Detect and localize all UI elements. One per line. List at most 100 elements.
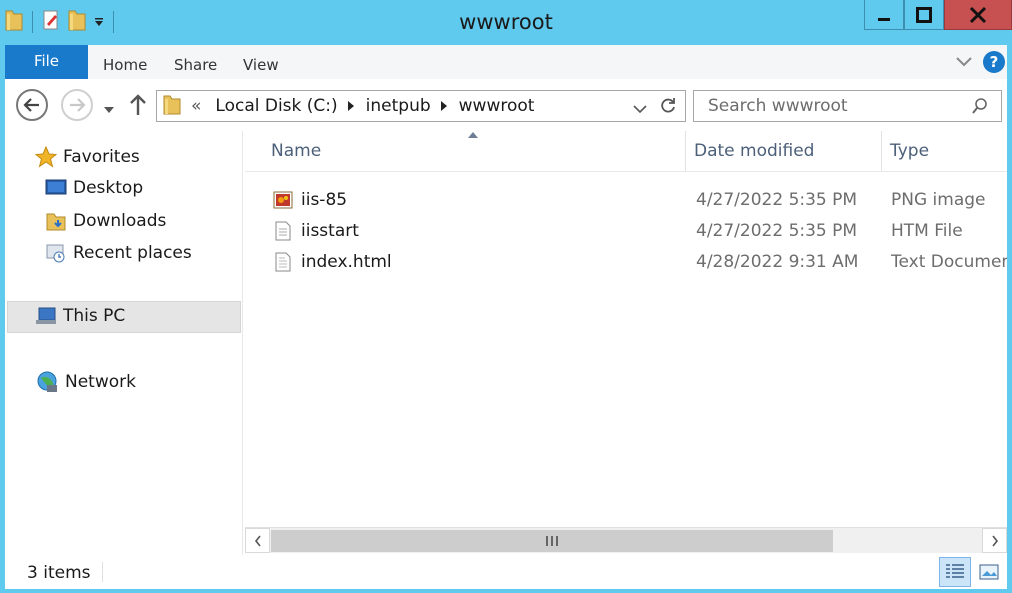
network-globe-icon <box>37 371 57 392</box>
maximize-icon <box>916 6 932 23</box>
column-header-type[interactable]: Type <box>882 131 1007 171</box>
up-button[interactable] <box>129 93 147 121</box>
nav-item-network[interactable]: Network <box>35 370 136 394</box>
nav-label: Downloads <box>73 211 167 231</box>
breadcrumb-overflow[interactable]: « <box>191 96 201 116</box>
tab-home[interactable]: Home <box>103 56 147 74</box>
tab-view[interactable]: View <box>243 56 279 74</box>
downloads-folder-icon <box>46 213 66 231</box>
file-row[interactable]: index.html 4/28/2022 9:31 AM Text Docume… <box>245 248 1007 278</box>
search-icon[interactable] <box>971 97 989 120</box>
explorer-window: wwwroot File Home Share View ? « Local D… <box>0 0 1012 593</box>
navigation-pane: Favorites Desktop Downloads Recent place… <box>5 131 241 555</box>
large-icons-view-button[interactable] <box>973 557 1005 587</box>
file-type: PNG image <box>891 190 986 210</box>
close-icon <box>969 6 987 23</box>
file-type: HTM File <box>891 221 963 241</box>
status-bar: 3 items <box>5 555 1007 589</box>
file-name-cell: iis-85 <box>273 190 347 210</box>
scroll-thumb[interactable] <box>271 530 833 552</box>
content-area: Favorites Desktop Downloads Recent place… <box>5 131 1007 555</box>
chevron-down-icon <box>956 56 972 66</box>
nav-label: Recent places <box>73 243 192 263</box>
window-title: wwwroot <box>459 10 553 34</box>
back-arrow-icon <box>23 98 39 112</box>
horizontal-scrollbar[interactable] <box>245 527 1007 553</box>
desktop-icon <box>45 179 67 195</box>
text-document-icon <box>275 252 291 272</box>
breadcrumb-separator-icon[interactable] <box>440 101 447 111</box>
nav-item-favorites[interactable]: Favorites <box>35 146 140 168</box>
help-button[interactable]: ? <box>983 51 1005 73</box>
breadcrumb-separator-icon[interactable] <box>347 101 354 111</box>
refresh-icon <box>661 98 675 113</box>
file-date: 4/28/2022 9:31 AM <box>696 252 859 272</box>
grip-icon <box>546 536 558 546</box>
file-name: index.html <box>301 252 392 272</box>
file-date: 4/27/2022 5:35 PM <box>696 190 858 210</box>
file-name-cell: index.html <box>273 252 392 272</box>
tab-share[interactable]: Share <box>174 56 217 74</box>
star-icon <box>35 146 57 168</box>
nav-item-desktop[interactable]: Desktop <box>45 178 143 198</box>
breadcrumb-wwwroot[interactable]: wwwroot <box>459 96 535 116</box>
recent-places-icon <box>46 244 65 263</box>
htm-file-icon <box>275 221 291 241</box>
pane-divider[interactable] <box>242 131 243 555</box>
recent-locations-button[interactable] <box>103 100 115 119</box>
column-header-date-modified[interactable]: Date modified <box>686 131 882 171</box>
minimize-button[interactable] <box>864 0 904 30</box>
header-divider <box>245 171 1007 172</box>
title-bar: wwwroot <box>0 0 1012 46</box>
file-list: Name Date modified Type iis-85 4/27/2022… <box>245 131 1007 555</box>
chevron-right-icon <box>991 535 998 546</box>
file-type: Text Document <box>891 252 1007 272</box>
item-count: 3 items <box>27 563 91 583</box>
chevron-left-icon <box>254 535 261 546</box>
back-button[interactable] <box>16 89 48 121</box>
scroll-right-button[interactable] <box>982 528 1007 553</box>
chevron-down-icon <box>633 105 647 114</box>
forward-arrow-icon <box>70 98 86 112</box>
file-name: iis-85 <box>301 190 348 210</box>
navigation-bar: « Local Disk (C:) inetpub wwwroot Search… <box>5 79 1007 131</box>
up-arrow-icon <box>130 94 146 115</box>
dropdown-arrow-icon <box>104 107 114 113</box>
minimize-icon <box>878 17 890 21</box>
nav-label: Desktop <box>73 178 144 198</box>
file-name: iisstart <box>301 221 359 241</box>
nav-item-recent-places[interactable]: Recent places <box>45 242 192 264</box>
close-button[interactable] <box>944 0 1012 30</box>
maximize-button[interactable] <box>904 0 944 30</box>
nav-label: Favorites <box>63 147 140 167</box>
file-row[interactable]: iisstart 4/27/2022 5:35 PM HTM File <box>245 217 1007 247</box>
nav-item-this-pc[interactable]: This PC <box>35 306 125 326</box>
nav-label: This PC <box>63 306 126 326</box>
folder-icon <box>163 93 181 120</box>
expand-ribbon-button[interactable] <box>955 53 973 72</box>
computer-icon <box>36 307 56 324</box>
scroll-left-button[interactable] <box>245 528 270 553</box>
ribbon-tabs: File Home Share View ? <box>5 45 1007 79</box>
breadcrumb-local-disk[interactable]: Local Disk (C:) <box>215 96 337 116</box>
address-history-button[interactable] <box>633 100 647 120</box>
nav-item-downloads[interactable]: Downloads <box>45 210 166 232</box>
status-divider <box>102 562 103 582</box>
details-view-icon <box>946 564 964 578</box>
column-header-name[interactable]: Name <box>263 131 686 171</box>
file-name-cell: iisstart <box>273 221 359 241</box>
png-image-icon <box>273 191 293 209</box>
refresh-button[interactable] <box>659 97 677 120</box>
breadcrumb-inetpub[interactable]: inetpub <box>366 96 431 116</box>
address-bar[interactable]: « Local Disk (C:) inetpub wwwroot <box>156 90 686 122</box>
forward-button[interactable] <box>61 89 93 121</box>
file-date: 4/27/2022 5:35 PM <box>696 221 858 241</box>
nav-label: Network <box>65 372 136 392</box>
large-icons-view-icon <box>979 564 999 580</box>
ribbon-right-controls: ? <box>955 51 1005 73</box>
tab-file[interactable]: File <box>5 45 88 79</box>
file-row[interactable]: iis-85 4/27/2022 5:35 PM PNG image <box>245 186 1007 216</box>
search-input[interactable]: Search wwwroot <box>693 90 1002 122</box>
details-view-button[interactable] <box>939 557 971 587</box>
search-placeholder: Search wwwroot <box>708 96 848 116</box>
